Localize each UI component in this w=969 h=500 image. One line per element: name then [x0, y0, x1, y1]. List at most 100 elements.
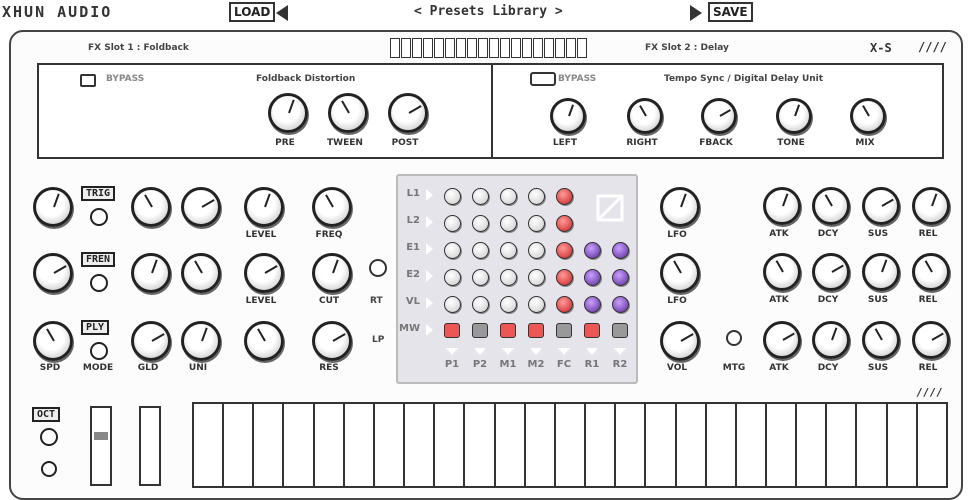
osc1-level-knob[interactable] — [244, 187, 284, 227]
white-key[interactable] — [827, 404, 858, 486]
white-key[interactable] — [707, 404, 737, 486]
white-key[interactable] — [284, 404, 315, 486]
matrix-cell-mw-m1[interactable] — [500, 323, 516, 338]
osc2-level-knob[interactable] — [244, 253, 284, 293]
matrix-cell-e1-fc[interactable] — [556, 242, 573, 259]
env3-dcy-knob[interactable] — [812, 321, 850, 359]
matrix-cell-vl-p1[interactable] — [444, 296, 461, 313]
menu-icon[interactable]: //// — [918, 40, 947, 54]
osc1-knob-c[interactable] — [181, 187, 221, 227]
fx1-bypass-toggle[interactable] — [80, 74, 96, 87]
fx2-fback-knob[interactable] — [701, 98, 737, 134]
matrix-cell-mw-r2[interactable] — [612, 323, 628, 338]
mod-wheel[interactable] — [139, 406, 161, 486]
previous-preset-icon[interactable] — [276, 5, 288, 21]
white-key[interactable] — [224, 404, 255, 486]
octave-tag[interactable]: OCT — [32, 407, 61, 422]
env2-rel-knob[interactable] — [912, 253, 950, 291]
white-key[interactable] — [797, 404, 828, 486]
white-key[interactable] — [315, 404, 345, 486]
white-key[interactable] — [888, 404, 918, 486]
white-key[interactable] — [677, 404, 707, 486]
matrix-cell-l2-m2[interactable] — [528, 215, 545, 232]
piano-keyboard[interactable] — [192, 402, 948, 488]
env3-sus-knob[interactable] — [862, 321, 900, 359]
preset-library-label[interactable]: < Presets Library > — [414, 4, 563, 19]
white-key[interactable] — [857, 404, 888, 486]
matrix-cell-vl-r2[interactable] — [612, 296, 629, 313]
white-key[interactable] — [375, 404, 406, 486]
osc3-knob[interactable] — [244, 321, 284, 361]
volume-knob[interactable] — [660, 321, 700, 361]
matrix-cell-mw-p2[interactable] — [472, 323, 488, 338]
env2-atk-knob[interactable] — [763, 253, 801, 291]
octave-down-button[interactable] — [41, 461, 57, 477]
white-key[interactable] — [496, 404, 526, 486]
osc1-knob-a[interactable] — [33, 187, 73, 227]
fx2-mix-knob[interactable] — [850, 98, 886, 134]
white-key[interactable] — [194, 404, 225, 486]
white-key[interactable] — [767, 404, 798, 486]
white-key[interactable] — [556, 404, 587, 486]
matrix-cell-l2-p1[interactable] — [444, 215, 461, 232]
matrix-cell-l1-p1[interactable] — [444, 188, 461, 205]
white-key[interactable] — [405, 404, 436, 486]
matrix-cell-e2-p1[interactable] — [444, 269, 461, 286]
trig-led[interactable] — [90, 208, 108, 226]
white-key[interactable] — [254, 404, 285, 486]
filter-cut-knob[interactable] — [312, 253, 352, 293]
matrix-cell-l1-fc[interactable] — [556, 188, 573, 205]
white-key[interactable] — [918, 404, 946, 486]
fx2-right-knob[interactable] — [627, 98, 663, 134]
matrix-cell-e1-r2[interactable] — [612, 242, 629, 259]
matrix-cell-e2-p2[interactable] — [472, 269, 489, 286]
matrix-clear-icon[interactable] — [596, 194, 624, 222]
matrix-cell-e2-m2[interactable] — [528, 269, 545, 286]
matrix-cell-vl-m1[interactable] — [500, 296, 517, 313]
white-key[interactable] — [616, 404, 647, 486]
fren-tag[interactable]: FREN — [81, 252, 116, 267]
save-button[interactable]: SAVE — [708, 2, 753, 22]
env2-dcy-knob[interactable] — [812, 253, 850, 291]
white-key[interactable] — [646, 404, 677, 486]
matrix-cell-l1-m2[interactable] — [528, 188, 545, 205]
white-key[interactable] — [586, 404, 617, 486]
osc2-knob-b[interactable] — [131, 253, 171, 293]
osc2-knob-c[interactable] — [181, 253, 221, 293]
white-key[interactable] — [526, 404, 556, 486]
next-preset-icon[interactable] — [690, 5, 702, 21]
white-key[interactable] — [465, 404, 496, 486]
matrix-cell-l1-p2[interactable] — [472, 188, 489, 205]
fx1-pre-knob[interactable] — [268, 93, 308, 133]
env3-atk-knob[interactable] — [763, 321, 801, 359]
matrix-cell-e1-r1[interactable] — [584, 242, 601, 259]
matrix-cell-mw-p1[interactable] — [444, 323, 460, 338]
env1-dcy-knob[interactable] — [812, 187, 850, 225]
env1-atk-knob[interactable] — [763, 187, 801, 225]
fx1-post-knob[interactable] — [388, 93, 428, 133]
matrix-cell-vl-p2[interactable] — [472, 296, 489, 313]
load-button[interactable]: LOAD — [229, 2, 276, 22]
filter-res-knob[interactable] — [312, 321, 352, 361]
matrix-cell-l2-p2[interactable] — [472, 215, 489, 232]
mtg-knob[interactable] — [726, 330, 742, 346]
pitch-bend-wheel[interactable] — [90, 406, 112, 486]
mode-led[interactable] — [90, 342, 108, 360]
white-key[interactable] — [737, 404, 767, 486]
matrix-cell-e2-fc[interactable] — [556, 269, 573, 286]
env1-sus-knob[interactable] — [862, 187, 900, 225]
matrix-cell-mw-fc[interactable] — [556, 323, 572, 338]
matrix-cell-l2-m1[interactable] — [500, 215, 517, 232]
matrix-cell-e1-p1[interactable] — [444, 242, 461, 259]
lfo1-knob[interactable] — [660, 187, 700, 227]
matrix-cell-e2-r1[interactable] — [584, 269, 601, 286]
lfo2-knob[interactable] — [660, 253, 700, 293]
unison-knob[interactable] — [181, 321, 221, 361]
env3-rel-knob[interactable] — [912, 321, 950, 359]
matrix-cell-vl-fc[interactable] — [556, 296, 573, 313]
osc2-knob-a[interactable] — [33, 253, 73, 293]
osc1-freq-knob[interactable] — [312, 187, 352, 227]
env1-rel-knob[interactable] — [912, 187, 950, 225]
matrix-cell-mw-r1[interactable] — [584, 323, 600, 338]
fx1-tween-knob[interactable] — [328, 93, 368, 133]
